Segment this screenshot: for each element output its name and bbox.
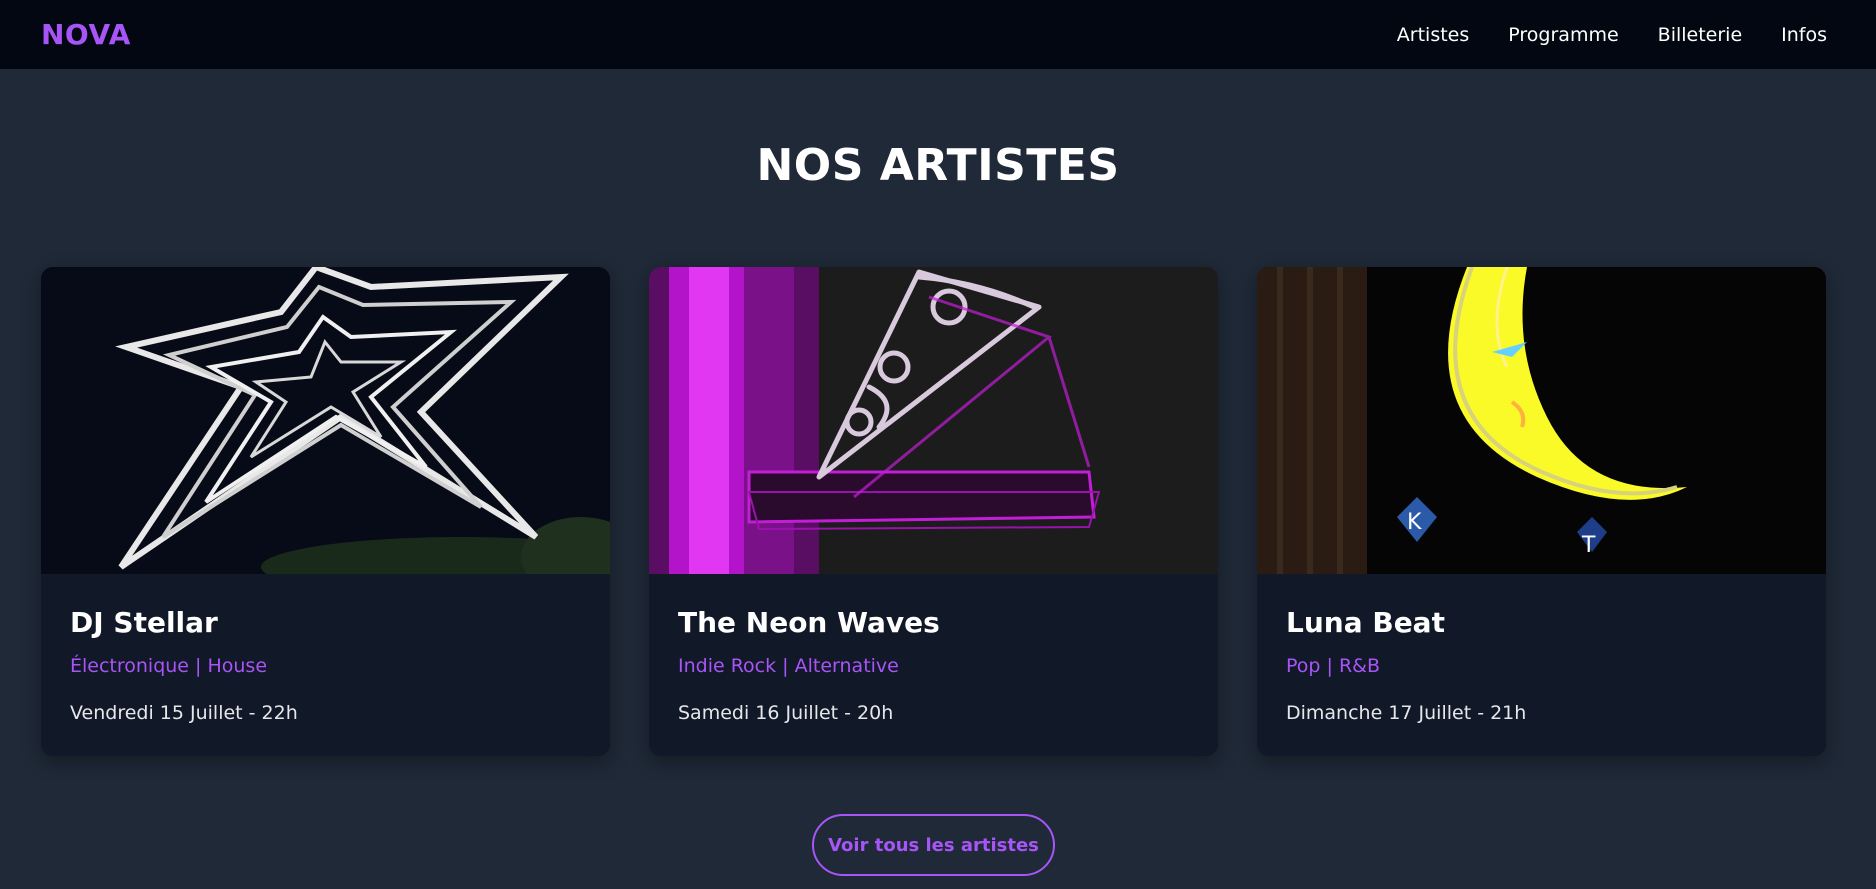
artist-name: Luna Beat bbox=[1286, 606, 1445, 639]
top-navbar: NOVA Artistes Programme Billeterie Infos bbox=[0, 0, 1876, 69]
artist-card[interactable]: The Neon Waves Indie Rock | Alternative … bbox=[649, 267, 1218, 756]
artist-card[interactable]: K T Luna Beat Pop | R&B Dimanche 17 Juil… bbox=[1257, 267, 1826, 756]
artist-genre: Pop | R&B bbox=[1286, 655, 1380, 677]
artist-name: The Neon Waves bbox=[678, 606, 940, 639]
neon-pizza-image bbox=[649, 267, 1218, 574]
site-logo[interactable]: NOVA bbox=[41, 18, 131, 51]
artist-date: Dimanche 17 Juillet - 21h bbox=[1286, 702, 1527, 724]
artist-genre: Électronique | House bbox=[70, 655, 268, 677]
nav-link-programme[interactable]: Programme bbox=[1508, 24, 1618, 46]
artist-card[interactable]: DJ Stellar Électronique | House Vendredi… bbox=[41, 267, 610, 756]
svg-text:T: T bbox=[1581, 533, 1596, 558]
nav-link-billeterie[interactable]: Billeterie bbox=[1658, 24, 1742, 46]
artist-name: DJ Stellar bbox=[70, 606, 218, 639]
neon-moon-image: K T bbox=[1257, 267, 1826, 574]
nav-link-artistes[interactable]: Artistes bbox=[1397, 24, 1469, 46]
nav-link-infos[interactable]: Infos bbox=[1781, 24, 1827, 46]
svg-text:K: K bbox=[1407, 510, 1422, 535]
artist-date: Samedi 16 Juillet - 20h bbox=[678, 702, 894, 724]
neon-star-image bbox=[41, 267, 610, 574]
section-title: NOS ARTISTES bbox=[756, 140, 1120, 191]
artist-cards: DJ Stellar Électronique | House Vendredi… bbox=[41, 267, 1826, 756]
artist-genre: Indie Rock | Alternative bbox=[678, 655, 899, 677]
main-nav: Artistes Programme Billeterie Infos bbox=[1397, 24, 1827, 46]
see-all-artists-button[interactable]: Voir tous les artistes bbox=[812, 814, 1055, 876]
artist-date: Vendredi 15 Juillet - 22h bbox=[70, 702, 298, 724]
